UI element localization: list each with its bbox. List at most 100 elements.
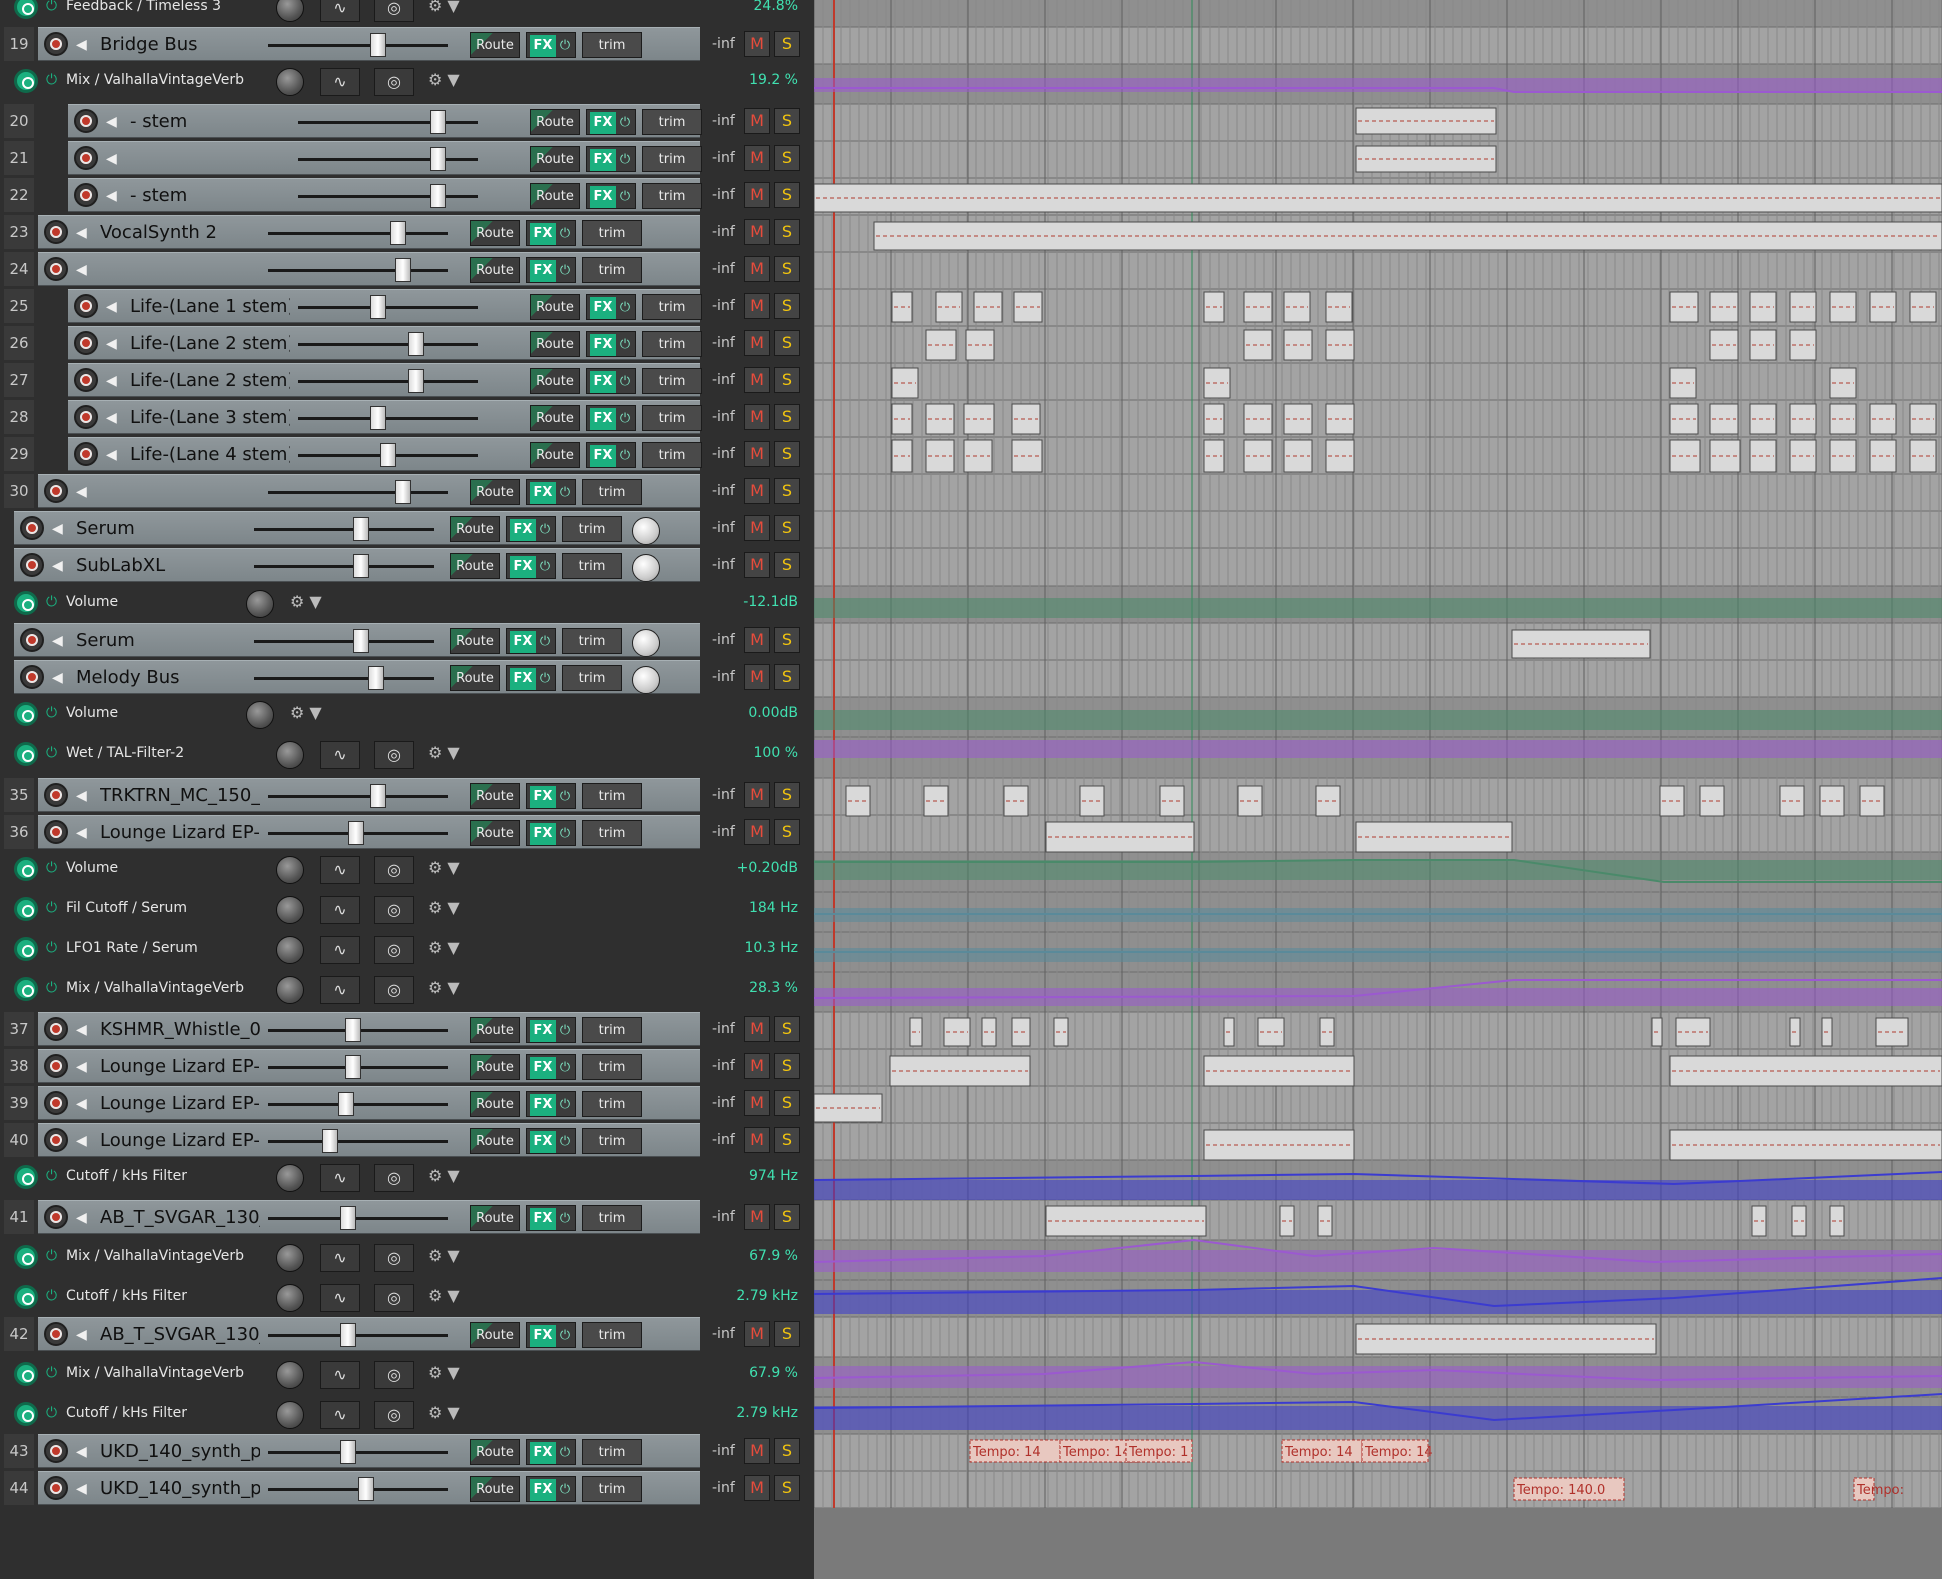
fx-bypass-icon[interactable]: ⏻ xyxy=(558,33,572,59)
envelope-arm-button[interactable]: ◎ xyxy=(374,896,414,924)
fx-button[interactable]: FX ⏻ xyxy=(526,820,576,846)
envelope-lane-header[interactable]: ⏻ Cutoff / kHs Filter ∿ ◎ ⚙ ▼ 2.79 kHz xyxy=(0,1395,814,1433)
automation-mode-button[interactable]: trim xyxy=(582,1128,642,1154)
volume-fader-track[interactable] xyxy=(298,343,478,346)
track-header[interactable]: ◀ - stem Route FX ⏻ trim xyxy=(68,178,702,212)
volume-fader-handle[interactable] xyxy=(345,1018,361,1042)
track-row[interactable]: 21 ◀ Route FX ⏻ trim -inf M S xyxy=(0,141,814,177)
record-arm-button[interactable] xyxy=(44,1205,68,1229)
track-name[interactable]: UKD_140_synth_pl xyxy=(100,1478,260,1499)
automation-mode-button[interactable]: trim xyxy=(642,109,702,135)
track-row[interactable]: 30 ◀ Route FX ⏻ trim -inf M S xyxy=(0,474,814,510)
envelope-settings-icon[interactable]: ⚙ ▼ xyxy=(428,1403,476,1427)
track-header[interactable]: ◀ Lounge Lizard EP-4 Route FX ⏻ trim xyxy=(38,1086,700,1120)
speaker-icon[interactable]: ◀ xyxy=(106,113,124,131)
record-arm-button[interactable] xyxy=(74,405,98,429)
mute-button[interactable]: M xyxy=(744,664,770,690)
speaker-icon[interactable]: ◀ xyxy=(106,150,124,168)
speaker-icon[interactable]: ◀ xyxy=(76,787,94,805)
volume-fader-track[interactable] xyxy=(298,121,478,124)
envelope-lane-header[interactable]: ⏻ Volume ∿ ◎ ⚙ ▼ +0.20dB xyxy=(0,850,814,888)
envelope-value-knob[interactable] xyxy=(276,1244,304,1272)
fx-bypass-icon[interactable]: ⏻ xyxy=(618,369,632,395)
track-name[interactable]: UKD_140_synth_pl xyxy=(100,1441,260,1462)
fx-bypass-icon[interactable]: ⏻ xyxy=(558,221,572,247)
fx-button[interactable]: FX ⏻ xyxy=(526,220,576,246)
speaker-icon[interactable]: ◀ xyxy=(76,483,94,501)
speaker-icon[interactable]: ◀ xyxy=(106,372,124,390)
track-name[interactable]: VocalSynth 2 xyxy=(100,222,260,243)
envelope-shape-button[interactable]: ∿ xyxy=(320,1244,360,1272)
track-row[interactable]: 36 ◀ Lounge Lizard EP-4 Route FX ⏻ trim -inf M S xyxy=(0,815,814,851)
mute-button[interactable]: M xyxy=(744,1204,770,1230)
record-arm-button[interactable] xyxy=(74,442,98,466)
automation-mode-button[interactable]: trim xyxy=(582,1322,642,1348)
envelope-lane-header[interactable]: ⏻ Feedback / Timeless 3 ∿ ◎ ⚙ ▼ 24.8% xyxy=(0,0,814,26)
fx-button[interactable]: FX ⏻ xyxy=(506,665,556,691)
solo-button[interactable]: S xyxy=(774,627,800,653)
track-row[interactable]: 38 ◀ Lounge Lizard EP-4 Route FX ⏻ trim -inf M S xyxy=(0,1049,814,1085)
volume-fader-track[interactable] xyxy=(254,528,434,531)
envelope-arm-button[interactable]: ◎ xyxy=(374,1284,414,1312)
automation-mode-button[interactable]: trim xyxy=(582,479,642,505)
envelope-lane-header[interactable]: ⏻ Mix / ValhallaVintageVerb ∿ ◎ ⚙ ▼ 67.9 % xyxy=(0,1355,814,1393)
track-header[interactable]: ◀ Bridge Bus Route FX ⏻ trim xyxy=(38,27,700,61)
fx-bypass-icon[interactable]: ⏻ xyxy=(558,1440,572,1466)
speaker-icon[interactable]: ◀ xyxy=(76,1443,94,1461)
fx-bypass-icon[interactable]: ⏻ xyxy=(538,517,552,543)
route-button[interactable]: Route xyxy=(470,257,520,283)
fx-bypass-icon[interactable]: ⏻ xyxy=(538,666,552,692)
fx-bypass-icon[interactable]: ⏻ xyxy=(618,443,632,469)
envelope-arm-button[interactable]: ◎ xyxy=(374,936,414,964)
speaker-icon[interactable]: ◀ xyxy=(106,335,124,353)
volume-fader-track[interactable] xyxy=(268,1140,448,1143)
mute-button[interactable]: M xyxy=(744,145,770,171)
volume-fader-track[interactable] xyxy=(298,195,478,198)
envelope-power-button[interactable] xyxy=(14,1285,38,1309)
track-row[interactable]: 29◀Life-(Lane 4 stem) 2RouteFX⏻trim-infM… xyxy=(0,437,814,473)
envelope-lane-header[interactable]: ⏻ Mix / ValhallaVintageVerb ∿ ◎ ⚙ ▼ 28.3 % xyxy=(0,970,814,1008)
mute-button[interactable]: M xyxy=(744,293,770,319)
mute-button[interactable]: M xyxy=(744,1053,770,1079)
envelope-value-knob[interactable] xyxy=(246,590,274,618)
envelope-lane-header[interactable]: ⏻ Mix / ValhallaVintageVerb ∿ ◎ ⚙ ▼ 67.9 % xyxy=(0,1238,814,1276)
envelope-power-button[interactable] xyxy=(14,897,38,921)
track-name[interactable]: Lounge Lizard EP-4 xyxy=(100,1130,260,1151)
volume-fader-handle[interactable] xyxy=(322,1129,338,1153)
track-header[interactable]: ◀ Lounge Lizard EP-4 Route FX ⏻ trim xyxy=(38,1123,700,1157)
track-header[interactable]: ◀ TRKTRN_MC_150_I Route FX ⏻ trim xyxy=(38,778,700,812)
fx-button[interactable]: FX ⏻ xyxy=(586,442,636,468)
track-header[interactable]: ◀ VocalSynth 2 Route FX ⏻ trim xyxy=(38,215,700,249)
track-row[interactable]: ◀ Serum Route FX ⏻ trim -inf M S xyxy=(0,511,814,547)
solo-button[interactable]: S xyxy=(774,330,800,356)
record-arm-button[interactable] xyxy=(44,32,68,56)
route-button[interactable]: Route xyxy=(450,553,500,579)
track-row[interactable]: 26◀Life-(Lane 2 stem) 2RouteFX⏻trim-infM… xyxy=(0,326,814,362)
volume-fader-handle[interactable] xyxy=(395,258,411,282)
track-name[interactable]: KSHMR_Whistle_0( xyxy=(100,1019,260,1040)
track-header[interactable]: ◀ AB_T_SVGAR_130_ Route FX ⏻ trim xyxy=(38,1200,700,1234)
envelope-lane-header[interactable]: ⏻ Cutoff / kHs Filter ∿ ◎ ⚙ ▼ 2.79 kHz xyxy=(0,1278,814,1316)
track-row[interactable]: 24 ◀ Route FX ⏻ trim -inf M S xyxy=(0,252,814,288)
envelope-settings-icon[interactable]: ⚙ ▼ xyxy=(428,898,476,922)
fx-bypass-icon[interactable]: ⏻ xyxy=(558,1477,572,1503)
speaker-icon[interactable]: ◀ xyxy=(52,520,70,538)
fx-bypass-icon[interactable]: ⏻ xyxy=(538,554,552,580)
route-button[interactable]: Route xyxy=(470,220,520,246)
record-arm-button[interactable] xyxy=(74,331,98,355)
track-header[interactable]: ◀ Serum Route FX ⏻ trim xyxy=(14,623,700,657)
mute-button[interactable]: M xyxy=(744,219,770,245)
route-button[interactable]: Route xyxy=(470,1439,520,1465)
speaker-icon[interactable]: ◀ xyxy=(106,298,124,316)
track-row[interactable]: 39 ◀ Lounge Lizard EP-4 Route FX ⏻ trim -inf M S xyxy=(0,1086,814,1122)
track-name[interactable]: Lounge Lizard EP-4 xyxy=(100,1093,260,1114)
automation-mode-button[interactable]: trim xyxy=(642,442,702,468)
record-arm-button[interactable] xyxy=(44,1439,68,1463)
volume-fader-handle[interactable] xyxy=(395,480,411,504)
fx-button[interactable]: FX ⏻ xyxy=(526,257,576,283)
fx-bypass-icon[interactable]: ⏻ xyxy=(538,629,552,655)
mute-button[interactable]: M xyxy=(744,367,770,393)
fx-button[interactable]: FX ⏻ xyxy=(586,183,636,209)
record-arm-button[interactable] xyxy=(44,479,68,503)
envelope-settings-icon[interactable]: ⚙ ▼ xyxy=(428,1166,476,1190)
